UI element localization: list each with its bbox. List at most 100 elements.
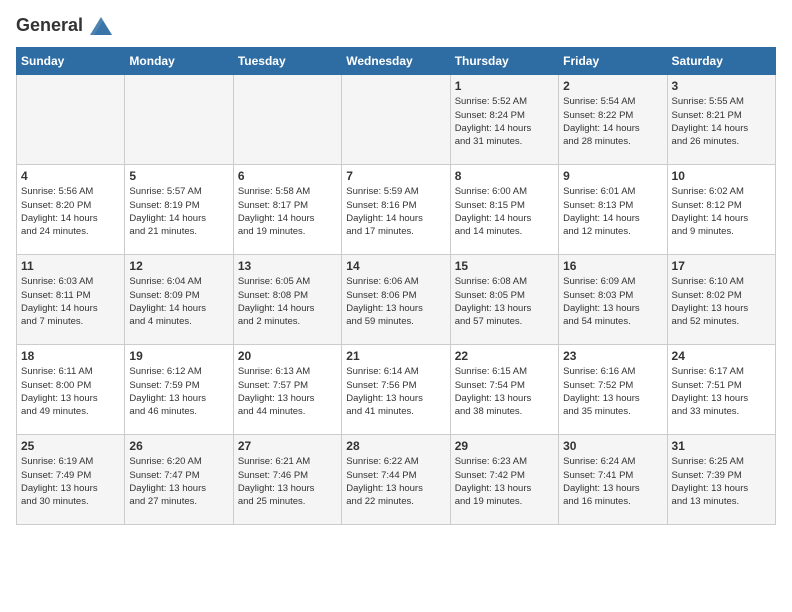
day-info: Sunrise: 6:20 AM Sunset: 7:47 PM Dayligh…	[129, 455, 228, 508]
day-number: 17	[672, 259, 771, 273]
calendar-cell	[125, 75, 233, 165]
day-number: 16	[563, 259, 662, 273]
weekday-header-wednesday: Wednesday	[342, 48, 450, 75]
weekday-header-sunday: Sunday	[17, 48, 125, 75]
day-info: Sunrise: 6:02 AM Sunset: 8:12 PM Dayligh…	[672, 185, 771, 238]
weekday-header-monday: Monday	[125, 48, 233, 75]
day-number: 29	[455, 439, 554, 453]
day-number: 27	[238, 439, 337, 453]
day-info: Sunrise: 5:52 AM Sunset: 8:24 PM Dayligh…	[455, 95, 554, 148]
calendar-cell: 15Sunrise: 6:08 AM Sunset: 8:05 PM Dayli…	[450, 255, 558, 345]
calendar-cell: 23 Sunrise: 6:16 AM Sunset: 7:52 PM Dayli…	[559, 345, 667, 435]
calendar-week-1: 1 Sunrise: 5:52 AM Sunset: 8:24 PM Daylig…	[17, 75, 776, 165]
day-info: Sunrise: 6:05 AM Sunset: 8:08 PM Dayligh…	[238, 275, 337, 328]
calendar-header: SundayMondayTuesdayWednesdayThursdayFrid…	[17, 48, 776, 75]
weekday-header-row: SundayMondayTuesdayWednesdayThursdayFrid…	[17, 48, 776, 75]
calendar-cell: 17Sunrise: 6:10 AM Sunset: 8:02 PM Dayli…	[667, 255, 775, 345]
logo-general-text: General	[16, 16, 112, 35]
calendar-cell: 22 Sunrise: 6:15 AM Sunset: 7:54 PM Dayli…	[450, 345, 558, 435]
weekday-header-friday: Friday	[559, 48, 667, 75]
day-number: 1	[455, 79, 554, 93]
calendar-cell: 20Sunrise: 6:13 AM Sunset: 7:57 PM Dayli…	[233, 345, 341, 435]
day-number: 8	[455, 169, 554, 183]
day-number: 9	[563, 169, 662, 183]
day-info: Sunrise: 6:14 AM Sunset: 7:56 PM Dayligh…	[346, 365, 445, 418]
day-number: 13	[238, 259, 337, 273]
day-number: 22	[455, 349, 554, 363]
calendar-cell: 2Sunrise: 5:54 AM Sunset: 8:22 PM Daylig…	[559, 75, 667, 165]
day-number: 3	[672, 79, 771, 93]
weekday-header-thursday: Thursday	[450, 48, 558, 75]
day-info: Sunrise: 6:08 AM Sunset: 8:05 PM Dayligh…	[455, 275, 554, 328]
day-info: Sunrise: 6:21 AM Sunset: 7:46 PM Dayligh…	[238, 455, 337, 508]
weekday-header-saturday: Saturday	[667, 48, 775, 75]
day-number: 14	[346, 259, 445, 273]
day-number: 18	[21, 349, 120, 363]
calendar-cell	[17, 75, 125, 165]
day-info: Sunrise: 6:15 AM Sunset: 7:54 PM Dayligh…	[455, 365, 554, 418]
day-info: Sunrise: 6:01 AM Sunset: 8:13 PM Dayligh…	[563, 185, 662, 238]
day-number: 23	[563, 349, 662, 363]
calendar-cell: 14Sunrise: 6:06 AM Sunset: 8:06 PM Dayli…	[342, 255, 450, 345]
day-info: Sunrise: 6:00 AM Sunset: 8:15 PM Dayligh…	[455, 185, 554, 238]
calendar-cell: 1 Sunrise: 5:52 AM Sunset: 8:24 PM Daylig…	[450, 75, 558, 165]
calendar-week-3: 11Sunrise: 6:03 AM Sunset: 8:11 PM Dayli…	[17, 255, 776, 345]
day-info: Sunrise: 6:11 AM Sunset: 8:00 PM Dayligh…	[21, 365, 120, 418]
day-number: 12	[129, 259, 228, 273]
calendar-cell: 12Sunrise: 6:04 AM Sunset: 8:09 PM Dayli…	[125, 255, 233, 345]
calendar-cell: 27 Sunrise: 6:21 AM Sunset: 7:46 PM Dayli…	[233, 435, 341, 525]
day-number: 24	[672, 349, 771, 363]
day-number: 26	[129, 439, 228, 453]
calendar-cell	[342, 75, 450, 165]
calendar-week-2: 4 Sunrise: 5:56 AM Sunset: 8:20 PM Daylig…	[17, 165, 776, 255]
day-number: 6	[238, 169, 337, 183]
calendar-cell: 18 Sunrise: 6:11 AM Sunset: 8:00 PM Dayli…	[17, 345, 125, 435]
day-info: Sunrise: 6:22 AM Sunset: 7:44 PM Dayligh…	[346, 455, 445, 508]
calendar-cell: 13 Sunrise: 6:05 AM Sunset: 8:08 PM Dayli…	[233, 255, 341, 345]
day-info: Sunrise: 6:23 AM Sunset: 7:42 PM Dayligh…	[455, 455, 554, 508]
day-number: 25	[21, 439, 120, 453]
day-number: 31	[672, 439, 771, 453]
day-info: Sunrise: 6:25 AM Sunset: 7:39 PM Dayligh…	[672, 455, 771, 508]
weekday-header-tuesday: Tuesday	[233, 48, 341, 75]
day-info: Sunrise: 6:16 AM Sunset: 7:52 PM Dayligh…	[563, 365, 662, 418]
day-info: Sunrise: 6:17 AM Sunset: 7:51 PM Dayligh…	[672, 365, 771, 418]
day-info: Sunrise: 5:55 AM Sunset: 8:21 PM Dayligh…	[672, 95, 771, 148]
calendar-cell: 11Sunrise: 6:03 AM Sunset: 8:11 PM Dayli…	[17, 255, 125, 345]
calendar-cell: 19 Sunrise: 6:12 AM Sunset: 7:59 PM Dayli…	[125, 345, 233, 435]
logo: General	[16, 16, 112, 35]
day-number: 19	[129, 349, 228, 363]
day-info: Sunrise: 5:58 AM Sunset: 8:17 PM Dayligh…	[238, 185, 337, 238]
day-number: 20	[238, 349, 337, 363]
calendar-body: 1 Sunrise: 5:52 AM Sunset: 8:24 PM Daylig…	[17, 75, 776, 525]
calendar-cell: 7Sunrise: 5:59 AM Sunset: 8:16 PM Daylig…	[342, 165, 450, 255]
calendar-cell: 24 Sunrise: 6:17 AM Sunset: 7:51 PM Dayli…	[667, 345, 775, 435]
calendar-cell: 3 Sunrise: 5:55 AM Sunset: 8:21 PM Daylig…	[667, 75, 775, 165]
calendar-week-5: 25Sunrise: 6:19 AM Sunset: 7:49 PM Dayli…	[17, 435, 776, 525]
calendar-cell: 21 Sunrise: 6:14 AM Sunset: 7:56 PM Dayli…	[342, 345, 450, 435]
day-number: 11	[21, 259, 120, 273]
day-number: 21	[346, 349, 445, 363]
logo-icon	[90, 17, 112, 35]
day-number: 28	[346, 439, 445, 453]
calendar-cell: 16Sunrise: 6:09 AM Sunset: 8:03 PM Dayli…	[559, 255, 667, 345]
calendar-cell: 31 Sunrise: 6:25 AM Sunset: 7:39 PM Dayli…	[667, 435, 775, 525]
calendar-cell: 8 Sunrise: 6:00 AM Sunset: 8:15 PM Daylig…	[450, 165, 558, 255]
calendar-cell: 30Sunrise: 6:24 AM Sunset: 7:41 PM Dayli…	[559, 435, 667, 525]
day-info: Sunrise: 6:12 AM Sunset: 7:59 PM Dayligh…	[129, 365, 228, 418]
calendar-cell	[233, 75, 341, 165]
day-number: 4	[21, 169, 120, 183]
calendar-cell: 26 Sunrise: 6:20 AM Sunset: 7:47 PM Dayli…	[125, 435, 233, 525]
day-number: 5	[129, 169, 228, 183]
calendar-cell: 6 Sunrise: 5:58 AM Sunset: 8:17 PM Daylig…	[233, 165, 341, 255]
day-info: Sunrise: 5:59 AM Sunset: 8:16 PM Dayligh…	[346, 185, 445, 238]
calendar-cell: 28 Sunrise: 6:22 AM Sunset: 7:44 PM Dayli…	[342, 435, 450, 525]
calendar-cell: 25Sunrise: 6:19 AM Sunset: 7:49 PM Dayli…	[17, 435, 125, 525]
calendar-week-4: 18 Sunrise: 6:11 AM Sunset: 8:00 PM Dayli…	[17, 345, 776, 435]
calendar-cell: 10Sunrise: 6:02 AM Sunset: 8:12 PM Dayli…	[667, 165, 775, 255]
day-info: Sunrise: 6:24 AM Sunset: 7:41 PM Dayligh…	[563, 455, 662, 508]
calendar-cell: 5Sunrise: 5:57 AM Sunset: 8:19 PM Daylig…	[125, 165, 233, 255]
calendar-cell: 29 Sunrise: 6:23 AM Sunset: 7:42 PM Dayli…	[450, 435, 558, 525]
calendar-table: SundayMondayTuesdayWednesdayThursdayFrid…	[16, 47, 776, 525]
day-info: Sunrise: 5:56 AM Sunset: 8:20 PM Dayligh…	[21, 185, 120, 238]
